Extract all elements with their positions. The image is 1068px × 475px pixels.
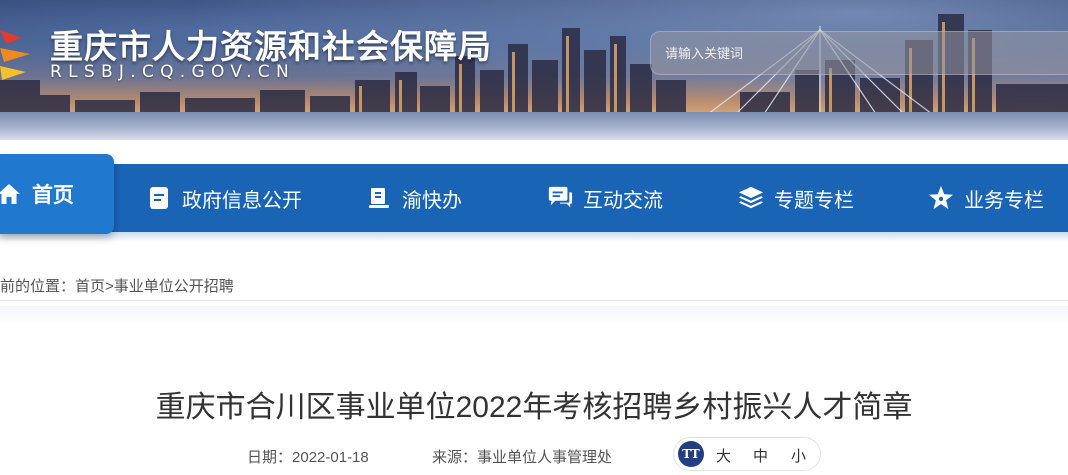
source-label: 来源： xyxy=(432,449,478,466)
date-label: 日期： xyxy=(247,449,293,466)
search-box xyxy=(650,31,1068,75)
nav-item-label: 互动交流 xyxy=(583,189,663,212)
breadcrumb-prefix: 前的位置： xyxy=(0,278,76,295)
breadcrumb-separator: > xyxy=(105,278,114,295)
chat-icon xyxy=(547,185,573,211)
nav-shadow xyxy=(0,232,1068,242)
article-title: 重庆市合川区事业单位2022年考核招聘乡村振兴人才简章 xyxy=(155,391,913,424)
river-strip xyxy=(0,112,1068,140)
nav-item-special-topics[interactable]: 专题专栏 xyxy=(738,164,854,232)
font-size-small-button[interactable]: 小 xyxy=(791,445,806,466)
nav-item-interaction[interactable]: 互动交流 xyxy=(547,164,663,232)
article-source: 来源：事业单位人事管理处 xyxy=(432,446,612,467)
breadcrumb-divider xyxy=(0,300,1068,301)
site-header: 重庆市人力资源和社会保障局 RLSBJ.CQ.GOV.CN xyxy=(0,0,1068,140)
font-size-medium-button[interactable]: 中 xyxy=(753,445,768,466)
source-value: 事业单位人事管理处 xyxy=(477,449,613,466)
date-value: 2022-01-18 xyxy=(292,449,369,466)
document-icon xyxy=(146,185,172,211)
main-nav: 首页 政府信息公开 渝快办 互动交流 专题专栏 业务专栏 xyxy=(0,140,1068,248)
nav-item-label: 政府信息公开 xyxy=(182,189,302,212)
nav-item-label: 渝快办 xyxy=(402,189,462,212)
home-icon xyxy=(0,181,22,207)
layers-icon xyxy=(738,185,764,211)
site-domain: RLSBJ.CQ.GOV.CN xyxy=(50,62,295,82)
nav-item-label: 专题专栏 xyxy=(774,189,854,212)
site-title[interactable]: 重庆市人力资源和社会保障局 xyxy=(50,20,492,68)
nav-item-yukuaiban[interactable]: 渝快办 xyxy=(366,164,462,232)
font-size-icon: TT xyxy=(678,441,704,467)
bureau-logo xyxy=(0,30,30,80)
nav-item-label: 首页 xyxy=(32,184,74,207)
nav-item-business[interactable]: 业务专栏 xyxy=(928,164,1044,232)
search-input[interactable] xyxy=(651,32,1068,74)
nav-item-gov-info[interactable]: 政府信息公开 xyxy=(146,164,302,232)
article-date: 日期：2022-01-18 xyxy=(247,446,369,467)
font-size-large-button[interactable]: 大 xyxy=(716,445,731,466)
breadcrumb-home-link[interactable]: 首页 xyxy=(75,278,105,295)
breadcrumb-current-link[interactable]: 事业单位公开招聘 xyxy=(114,278,234,295)
nav-item-home[interactable]: 首页 xyxy=(0,154,74,234)
font-size-control: TT 大 中 小 xyxy=(673,437,821,471)
book-icon xyxy=(366,185,392,211)
star-icon xyxy=(928,185,954,211)
nav-item-label: 业务专栏 xyxy=(964,189,1044,212)
breadcrumb: 前的位置：首页>事业单位公开招聘 xyxy=(0,275,234,296)
section-gap xyxy=(0,306,1068,324)
